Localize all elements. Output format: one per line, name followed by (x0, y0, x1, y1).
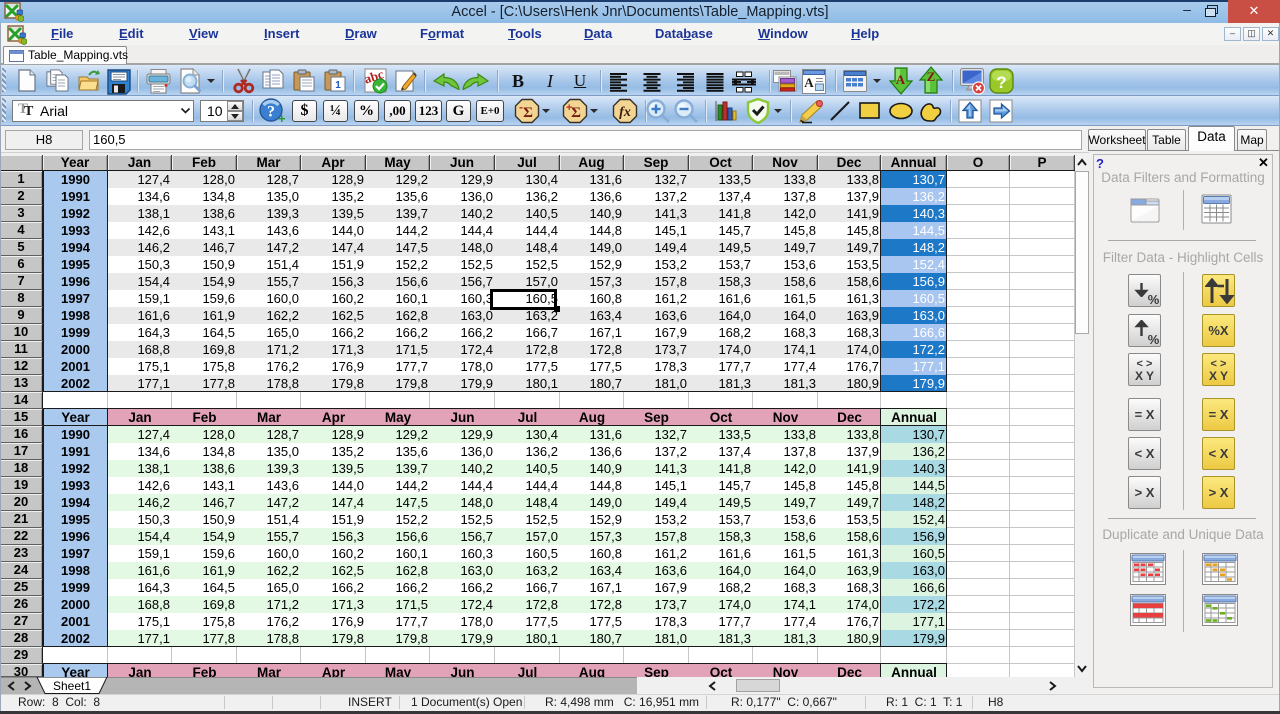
svg-text:fx: fx (619, 105, 631, 120)
svg-text:A: A (896, 72, 906, 87)
svg-text:+: + (278, 111, 285, 124)
svg-text:1: 1 (335, 80, 341, 91)
svg-text:Σ: Σ (571, 105, 581, 121)
svg-text:+: + (566, 102, 572, 114)
svg-text:?: ? (267, 104, 275, 121)
svg-text:Z: Z (927, 69, 936, 84)
svg-text:Σ: Σ (523, 105, 533, 121)
svg-text:-: - (519, 100, 523, 114)
svg-text:?: ? (996, 73, 1006, 92)
svg-text:A: A (804, 75, 814, 90)
